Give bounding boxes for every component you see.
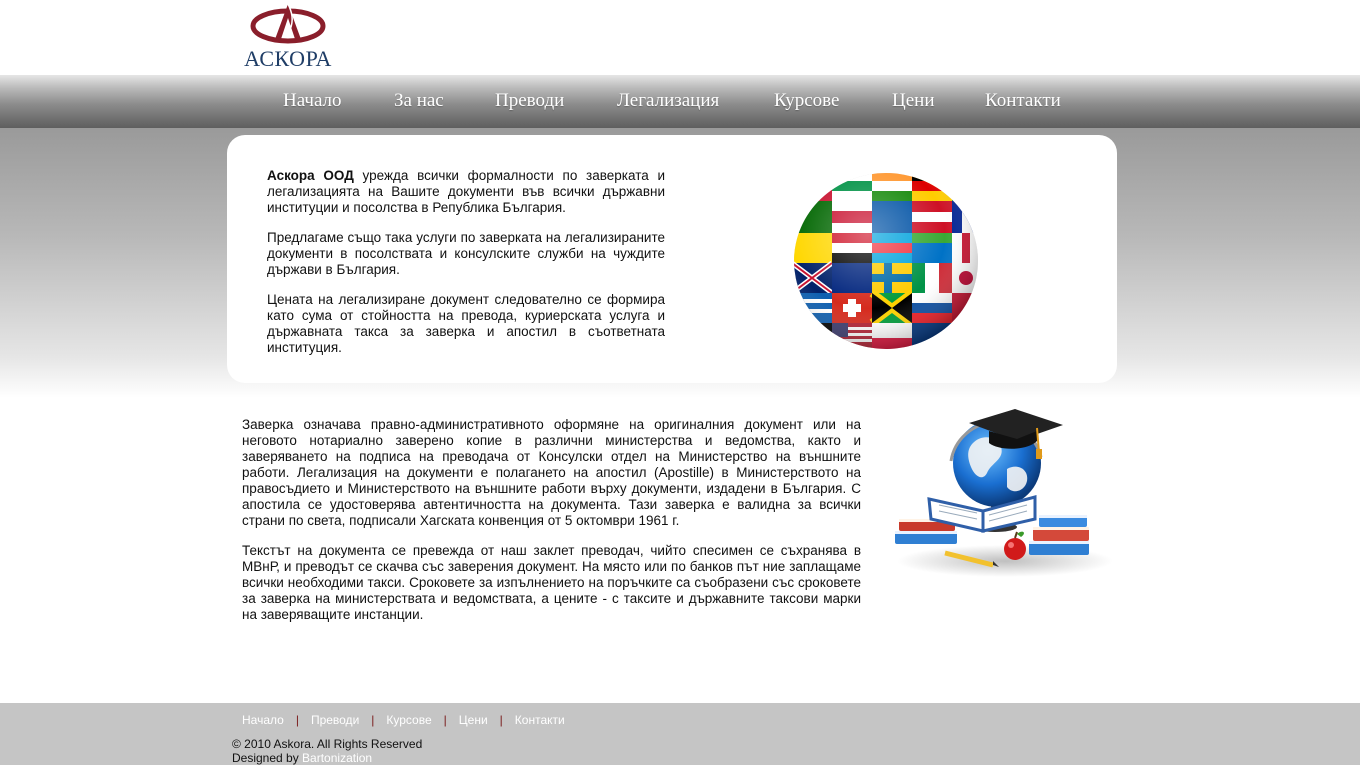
main-navigation: Начало За нас Преводи Легализация Курсов… [0,75,1360,128]
footer-link-prices[interactable]: Цени [459,713,488,727]
intro-paragraph-1: Аскора ООД урежда всички формалности по … [267,168,665,216]
footer-separator: | [443,713,447,727]
footer-link-translations[interactable]: Преводи [311,713,359,727]
copyright-text: © 2010 Askora. All Rights Reserved [232,737,423,751]
logo-text: АСКОРА [244,46,332,71]
nav-courses[interactable]: Курсове [774,90,839,112]
intro-panel: Аскора ООД урежда всички формалности по … [227,135,1117,383]
footer-link-courses[interactable]: Курсове [386,713,431,727]
footer-separator: | [295,713,299,727]
header: АСКОРА [0,0,1360,75]
education-globe-books-icon [887,403,1117,583]
footer-separator: | [371,713,375,727]
designed-by: Designed by Bartonization [232,751,372,765]
nav-prices[interactable]: Цени [892,90,935,112]
designed-by-label: Designed by [232,751,303,765]
nav-about[interactable]: За нас [394,90,444,112]
designer-link[interactable]: Bartonization [302,751,372,765]
flag-globe-icon [792,171,980,353]
main-content: Заверка означава правно-административнот… [242,417,861,637]
nav-legalization[interactable]: Легализация [617,90,719,112]
footer-separator: | [499,713,503,727]
footer-link-home[interactable]: Начало [242,713,284,727]
intro-text: Аскора ООД урежда всички формалности по … [267,168,665,370]
nav-home[interactable]: Начало [283,90,342,112]
logo-emblem-icon [250,3,326,44]
intro-paragraph-2: Предлагаме също така услуги по заверката… [267,230,665,277]
footer-link-contacts[interactable]: Контакти [515,713,565,727]
nav-contacts[interactable]: Контакти [985,90,1061,112]
footer-links: Начало | Преводи | Курсове | Цени | Контакти [242,713,565,727]
footer: Начало | Преводи | Курсове | Цени | Контакти © 2… [0,703,1360,765]
logo-link[interactable]: АСКОРА [236,2,340,71]
main-paragraph-1: Заверка означава правно-административнот… [242,417,861,528]
nav-translations[interactable]: Преводи [495,90,564,112]
company-name: Аскора ООД [267,168,354,183]
main-paragraph-2: Текстът на документа се превежда от наш … [242,543,861,622]
intro-paragraph-3: Цената на легализиране документ следоват… [267,292,665,355]
